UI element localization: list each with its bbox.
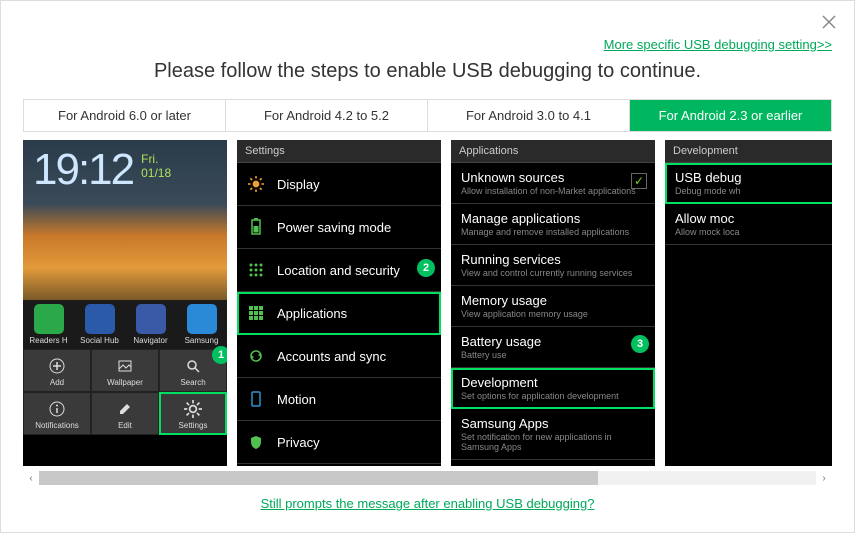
sun-icon xyxy=(245,173,267,195)
scroll-thumb[interactable] xyxy=(39,471,598,485)
home-menu-grid: Add Wallpaper Search 1 xyxy=(23,349,227,435)
clock-date: Fri. 01/18 xyxy=(141,148,171,181)
app-row-running: Running services View and control curren… xyxy=(451,245,655,286)
app-icon xyxy=(136,304,166,334)
more-settings-link[interactable]: More specific USB debugging setting>> xyxy=(23,37,832,52)
scroll-right-arrow[interactable]: › xyxy=(816,470,832,486)
step-badge-2: 2 xyxy=(417,259,435,277)
gear-icon xyxy=(183,399,203,419)
app-shortcut: Readers H xyxy=(23,300,74,349)
sync-icon xyxy=(245,345,267,367)
grid-icon xyxy=(245,259,267,281)
settings-row-applications: Applications xyxy=(237,292,441,335)
app-row-unknown-sources: Unknown sources Allow installation of no… xyxy=(451,163,655,204)
close-button[interactable] xyxy=(818,11,840,33)
still-prompts-link[interactable]: Still prompts the message after enabling… xyxy=(23,496,832,511)
screenshot-settings: Settings Display Power saving mode Locat… xyxy=(237,140,441,466)
home-dock: Readers H Social Hub Navigator Sams xyxy=(23,300,227,349)
screen-header: Settings xyxy=(237,140,441,163)
screenshot-development: Development USB debug Debug mode wh Allo… xyxy=(665,140,832,466)
menu-wallpaper: Wallpaper xyxy=(91,349,159,392)
app-icon xyxy=(187,304,217,334)
menu-edit: Edit xyxy=(91,392,159,435)
info-icon xyxy=(47,399,67,419)
motion-icon xyxy=(245,388,267,410)
menu-settings: Settings xyxy=(159,392,227,435)
settings-row-motion: Motion xyxy=(237,378,441,421)
app-row-samsung-apps: Samsung Apps Set notification for new ap… xyxy=(451,409,655,460)
android-version-tabs: For Android 6.0 or later For Android 4.2… xyxy=(23,99,832,132)
screenshot-applications: Applications Unknown sources Allow insta… xyxy=(451,140,655,466)
close-icon xyxy=(822,15,836,29)
shield-icon xyxy=(245,431,267,453)
scroll-left-arrow[interactable]: ‹ xyxy=(23,470,39,486)
settings-row-accounts: Accounts and sync xyxy=(237,335,441,378)
clock-time: 19:12 xyxy=(33,148,133,192)
battery-icon xyxy=(245,216,267,238)
search-icon xyxy=(183,356,203,376)
menu-add: Add xyxy=(23,349,91,392)
menu-notifications: Notifications xyxy=(23,392,91,435)
app-shortcut: Social Hub xyxy=(74,300,125,349)
tab-android-4-2[interactable]: For Android 4.2 to 5.2 xyxy=(226,100,428,131)
pencil-icon xyxy=(115,399,135,419)
settings-row-privacy: Privacy xyxy=(237,421,441,464)
dialog-title: Please follow the steps to enable USB de… xyxy=(23,60,832,83)
screenshot-home: 19:12 Fri. 01/18 Readers H xyxy=(23,140,227,466)
step-badge-1: 1 xyxy=(212,346,227,364)
app-row-manage: Manage applications Manage and remove in… xyxy=(451,204,655,245)
app-row-development: Development Set options for application … xyxy=(451,368,655,409)
usb-debugging-dialog: More specific USB debugging setting>> Pl… xyxy=(0,0,855,533)
app-shortcut: Samsung xyxy=(176,300,227,349)
settings-row-power: Power saving mode xyxy=(237,206,441,249)
screen-header: Applications xyxy=(451,140,655,163)
app-icon xyxy=(85,304,115,334)
dev-row-usb-debug: USB debug Debug mode wh xyxy=(665,163,832,204)
app-shortcut: Navigator xyxy=(125,300,176,349)
horizontal-scrollbar[interactable]: ‹ › xyxy=(23,470,832,486)
app-row-battery: Battery usage Battery use 3 xyxy=(451,327,655,368)
app-row-memory: Memory usage View application memory usa… xyxy=(451,286,655,327)
dev-row-allow-mock: Allow moc Allow mock loca xyxy=(665,204,832,245)
settings-row-display: Display xyxy=(237,163,441,206)
apps-icon xyxy=(245,302,267,324)
step-badge-3: 3 xyxy=(631,335,649,353)
checkbox-icon: ✓ xyxy=(631,173,647,189)
plus-icon xyxy=(47,356,67,376)
settings-row-location: Location and security 2 xyxy=(237,249,441,292)
tab-android-3-0[interactable]: For Android 3.0 to 4.1 xyxy=(428,100,630,131)
menu-search: Search 1 xyxy=(159,349,227,392)
app-icon xyxy=(34,304,64,334)
tab-android-2-3[interactable]: For Android 2.3 or earlier xyxy=(630,100,831,131)
image-icon xyxy=(115,356,135,376)
screenshot-carousel: 19:12 Fri. 01/18 Readers H xyxy=(23,140,832,486)
scroll-track[interactable] xyxy=(39,471,816,485)
tab-android-6[interactable]: For Android 6.0 or later xyxy=(24,100,226,131)
screen-header: Development xyxy=(665,140,832,163)
